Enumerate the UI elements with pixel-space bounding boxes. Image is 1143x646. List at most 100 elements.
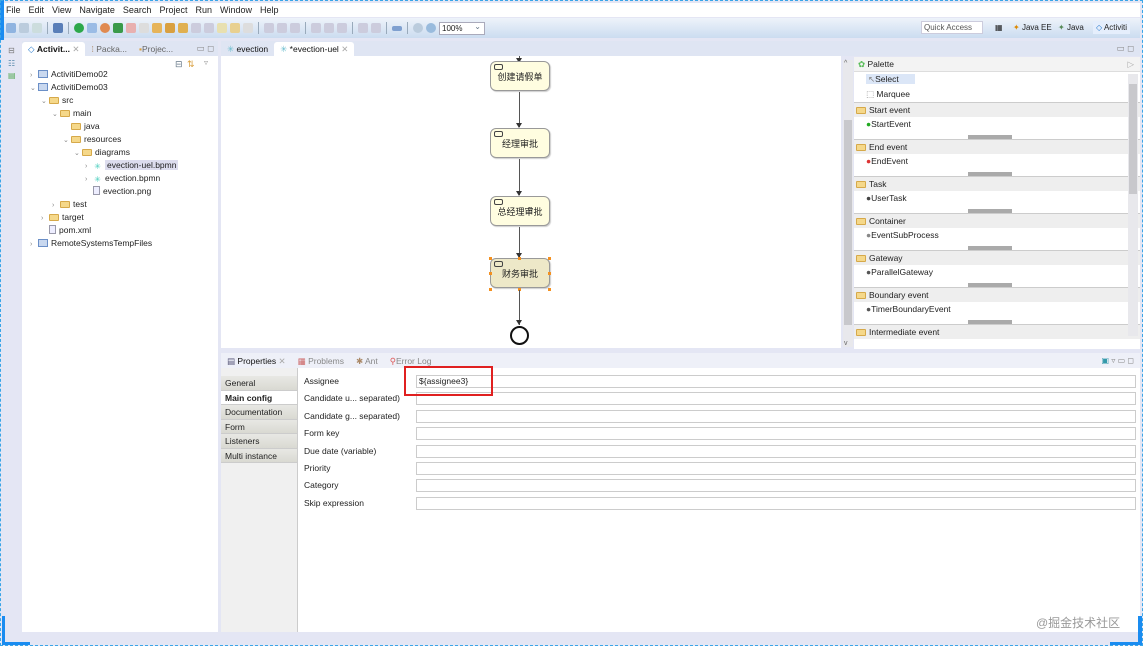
tree-node[interactable]: › RemoteSystemsTempFiles [24,237,218,250]
menu-file[interactable]: File [6,3,21,17]
field-input[interactable] [416,496,1136,510]
property-section-tab[interactable]: Form [221,419,297,434]
end-event[interactable] [510,326,529,345]
property-section-tab[interactable]: Documentation [221,405,297,420]
palette-item[interactable]: ●UserTask [854,191,1140,206]
sequence-flow[interactable] [519,92,520,127]
palette-item[interactable]: ●EventSubProcess [854,228,1140,243]
palette-more-indicator[interactable] [854,132,1140,139]
palette-more-indicator[interactable] [854,280,1140,287]
restore-icon[interactable]: ⊟ [8,46,15,55]
align-bottom-icon[interactable] [337,23,347,33]
menu-run[interactable]: Run [195,3,212,17]
minimize-maximize-controls[interactable]: ▭ ◻ [1111,43,1140,56]
tree-node[interactable]: ⌄ ActivitiDemo03 [24,81,218,94]
view-menu-icon[interactable]: ▿ [204,58,208,67]
tree-node[interactable]: › ActivitiDemo02 [24,68,218,81]
field-input[interactable] [416,479,1136,493]
palette-group[interactable]: Boundary event [854,287,1140,303]
new-icon[interactable] [6,23,16,33]
pin-icon[interactable] [243,23,253,33]
tab-properties[interactable]: ▤ Properties ✕ [221,354,292,368]
user-task-finance-approval[interactable]: 财务审批 [490,258,550,288]
save-icon[interactable] [19,23,29,33]
palette-group[interactable]: Start event [854,102,1140,118]
user-task-create-leave[interactable]: 创建请假单 [490,61,550,91]
field-input[interactable] [416,409,1136,423]
selection-handle[interactable] [518,257,521,260]
zoom-fit-icon[interactable] [392,25,402,31]
perspective-activiti[interactable]: ◇ Activiti [1093,21,1131,34]
align-center-icon[interactable] [277,23,287,33]
tree-node[interactable]: ⌄ src [24,94,218,107]
canvas-scrollbar[interactable]: ^ v [843,60,853,347]
property-section-tab[interactable]: Main config [221,390,297,405]
web-browser-icon[interactable] [100,23,110,33]
user-task-gm-approval[interactable]: 总经理审批 α [490,196,550,226]
tab-evection[interactable]: ✳ evection [221,42,274,56]
palette-item[interactable]: ●TimerBoundaryEvent [854,302,1140,317]
tab-problems[interactable]: ▦ Problems [292,354,350,368]
menu-project[interactable]: Project [159,3,187,17]
palette-item[interactable]: ●EndEvent [854,154,1140,169]
selection-handle[interactable] [548,288,551,291]
selection-handle[interactable] [548,272,551,275]
outline-icon[interactable]: ☷ [8,59,15,68]
palette-more-indicator[interactable] [854,317,1140,324]
palette-more-indicator[interactable] [854,243,1140,250]
field-input[interactable] [416,392,1136,406]
selection-handle[interactable] [489,288,492,291]
tree-node[interactable]: › ✳ evection.bpmn [24,172,218,185]
match-height-icon[interactable] [371,23,381,33]
tree-node[interactable]: ⌄ resources [24,133,218,146]
selection-handle[interactable] [548,257,551,260]
align-left-icon[interactable] [264,23,274,33]
annotation-icon[interactable] [191,23,201,33]
debug-icon[interactable] [113,23,123,33]
close-icon[interactable]: ✕ [341,44,348,54]
selection-handle[interactable] [489,257,492,260]
menu-search[interactable]: Search [123,3,152,17]
save-all-icon[interactable] [32,23,42,33]
layout-icon[interactable] [87,23,97,33]
palette-more-indicator[interactable] [854,169,1140,176]
scrollbar-thumb[interactable] [1129,84,1137,194]
tab-project-explorer[interactable]: ▪Projec... [133,42,179,56]
next-annotation-icon[interactable] [204,23,214,33]
field-input[interactable]: ${assignee3} [416,375,1136,388]
tree-node[interactable]: pom.xml [24,224,218,237]
task-list-icon[interactable]: ▤ [8,71,16,80]
view-controls[interactable]: ▣ ▿ ▭ ◻ [1096,356,1140,368]
palette-more-indicator[interactable] [854,206,1140,213]
activiti-icon[interactable] [74,23,84,33]
palette-group[interactable]: End event [854,139,1140,155]
menu-window[interactable]: Window [220,3,252,17]
palette-group[interactable]: Task [854,176,1140,192]
minimize-maximize-controls[interactable]: ▭ ◻ [193,43,218,56]
property-section-tab[interactable]: Listeners [221,434,297,449]
palette-group[interactable]: Container [854,213,1140,229]
tab-evection-uel[interactable]: ✳ *evection-uel ✕ [274,42,355,56]
palette-collapse-icon[interactable]: ▷ [1127,57,1134,72]
scroll-down-icon[interactable]: v [844,340,848,347]
palette-scrollbar[interactable] [1128,74,1138,336]
external-tools-icon[interactable] [139,23,149,33]
back-icon[interactable] [217,23,227,33]
run-icon[interactable] [126,23,136,33]
tree-node[interactable]: ⌄ main [24,107,218,120]
tab-package-explorer[interactable]: ⁞ Packa... [85,42,132,56]
palette-group[interactable]: Intermediate event [854,324,1140,340]
tree-node[interactable]: evection.png [24,185,218,198]
tab-activiti-explorer[interactable]: ◇ Activit... ✕ [22,42,86,56]
selection-handle[interactable] [489,272,492,275]
field-input[interactable] [416,444,1136,458]
pin-view-icon[interactable]: ▣ [1102,356,1110,365]
tree-node[interactable]: ⌄ diagrams [24,146,218,159]
field-input[interactable] [416,427,1136,441]
palette-group[interactable]: Gateway [854,250,1140,266]
palette-item[interactable]: ●ParallelGateway [854,265,1140,280]
open-perspective-icon[interactable]: ▦ [995,21,1003,34]
perspective-java[interactable]: ✦ Java [1058,21,1084,34]
sequence-flow[interactable] [519,159,520,195]
menu-navigate[interactable]: Navigate [79,3,115,17]
